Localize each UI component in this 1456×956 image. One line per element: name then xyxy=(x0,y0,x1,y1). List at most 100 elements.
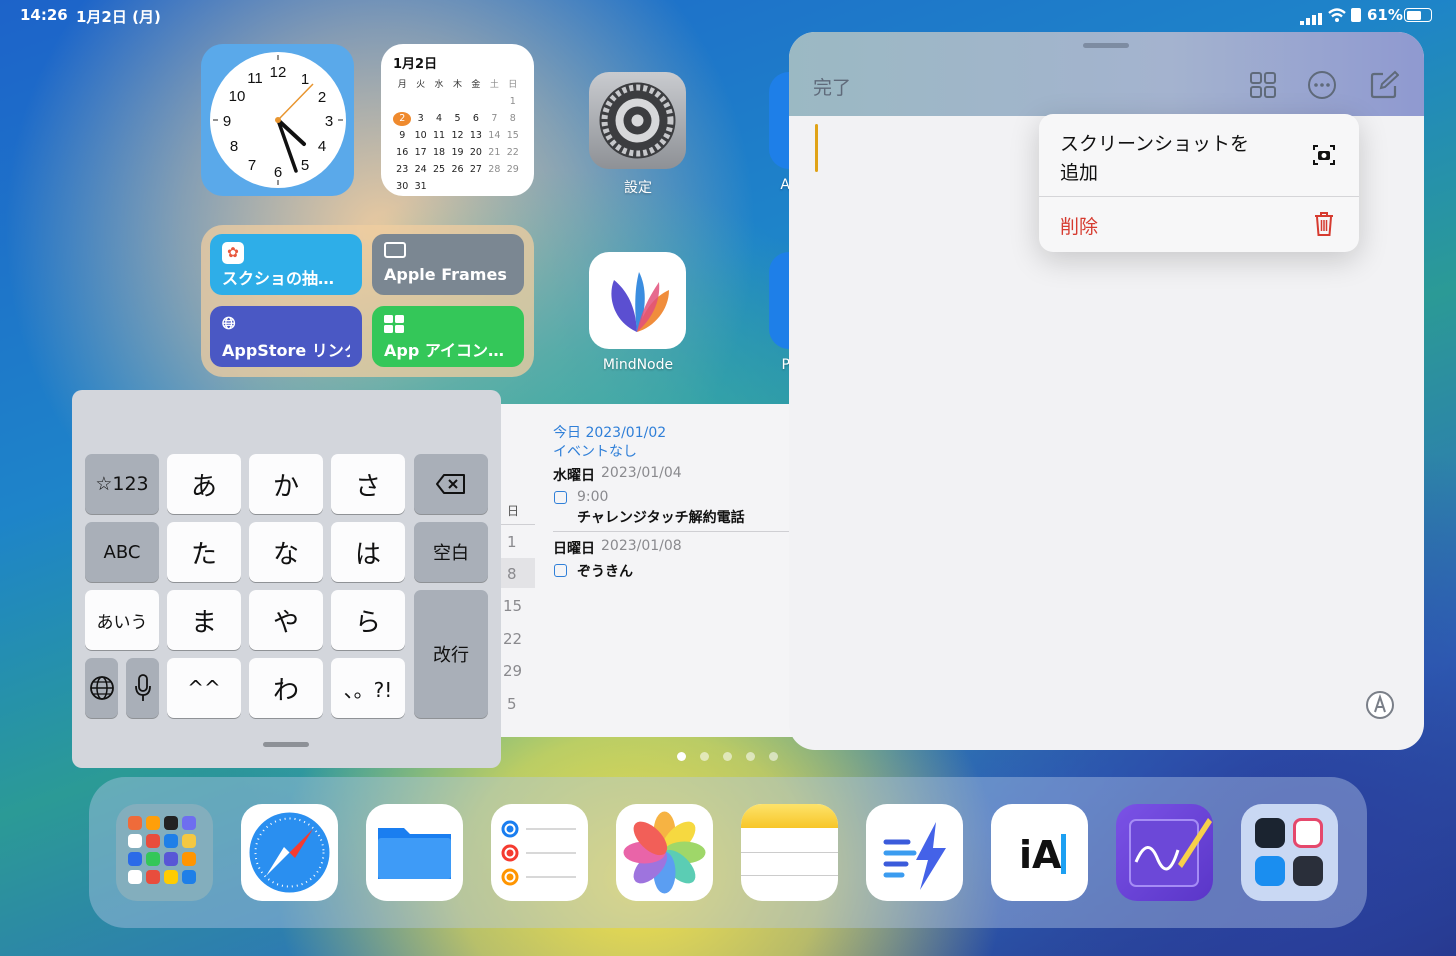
calendar-day: 2 xyxy=(393,112,412,126)
events-widget[interactable]: 今日 2023/01/02 イベントなし 水曜日 2023/01/04 9:00… xyxy=(501,404,801,737)
side-calendar-divider xyxy=(501,524,535,525)
weekday-label: 水 xyxy=(434,80,444,90)
shortcut-button-screenshot-extract[interactable]: ✿ スクショの抽… xyxy=(210,234,362,295)
key-a[interactable]: あ xyxy=(167,454,241,514)
key-ma[interactable]: ま xyxy=(167,590,241,650)
calendar-day: 10 xyxy=(414,130,427,141)
shortcut-button-apple-frames[interactable]: Apple Frames xyxy=(372,234,524,295)
orientation-lock-icon xyxy=(1351,8,1361,22)
safari-icon[interactable] xyxy=(241,804,338,901)
calendar-day: 28 xyxy=(488,164,501,175)
clock-num: 5 xyxy=(301,157,309,174)
shortcut-button-app-icon[interactable]: App アイコン… xyxy=(372,306,524,367)
grid-icon xyxy=(384,314,512,336)
shortcut-button-appstore-link[interactable]: 🌐︎ AppStore リンク xyxy=(210,306,362,367)
key-sa[interactable]: さ xyxy=(331,454,405,514)
event-day-sun: 日曜日 xyxy=(553,541,595,557)
event-checkbox[interactable] xyxy=(554,564,567,577)
key-na[interactable]: な xyxy=(249,522,323,582)
battery-percent: 61% xyxy=(1367,6,1403,24)
key-ka[interactable]: か xyxy=(249,454,323,514)
clock-num: 10 xyxy=(229,88,246,105)
page-indicator-dot[interactable] xyxy=(769,752,778,761)
calendar-day: 12 xyxy=(451,130,464,141)
clock-num: 4 xyxy=(318,138,326,155)
page-indicator-dot[interactable] xyxy=(677,752,686,761)
app-library-folder-icon[interactable] xyxy=(116,804,213,901)
calendar-widget-title: 1月2日 xyxy=(393,57,438,72)
trash-icon xyxy=(1315,212,1333,236)
calendar-day xyxy=(411,95,429,109)
key-emoticon[interactable]: ^^ xyxy=(167,658,241,718)
compose-icon[interactable] xyxy=(1369,70,1400,104)
weekday-label: 火 xyxy=(416,80,426,90)
calendar-day: 25 xyxy=(433,164,446,175)
calendar-day: 16 xyxy=(396,147,409,158)
calendar-day: 8 xyxy=(509,113,516,124)
files-icon[interactable] xyxy=(366,804,463,901)
calendar-day: 15 xyxy=(506,130,519,141)
event-day-wed: 水曜日 xyxy=(553,468,595,484)
key-mic[interactable] xyxy=(126,658,159,718)
key-delete[interactable] xyxy=(414,454,488,514)
page-indicator-dot[interactable] xyxy=(746,752,755,761)
key-punctuation[interactable]: 、。?! xyxy=(331,658,405,718)
done-button[interactable]: 完了 xyxy=(813,73,851,100)
event-title: チャレンジタッチ解約電話 xyxy=(577,510,745,526)
calendar-day xyxy=(430,95,448,109)
calendar-day xyxy=(467,95,485,109)
weekday-label: 土 xyxy=(489,80,499,90)
event-time: 9:00 xyxy=(577,489,609,505)
calendar-day xyxy=(485,180,503,194)
menu-item-add-screenshot[interactable]: スクリーンショットを 追加 xyxy=(1039,114,1359,196)
photos-icon[interactable] xyxy=(616,804,713,901)
key-ta[interactable]: た xyxy=(167,522,241,582)
calendar-widget[interactable]: 1月2日 月火水木金土日 1 2 3 4 5 6 7 8 9 10 11 12 13 14 15 16 17 18 1… xyxy=(381,44,534,196)
key-wa[interactable]: わ xyxy=(249,658,323,718)
mindnode-app-label: MindNode xyxy=(602,357,674,373)
notes-icon[interactable] xyxy=(741,804,838,901)
ia-writer-icon[interactable]: iA xyxy=(991,804,1088,901)
drafts-icon[interactable] xyxy=(866,804,963,901)
calendar-day: 3 xyxy=(417,113,424,124)
weekday-label: 木 xyxy=(452,80,462,90)
keyboard-drag-handle[interactable] xyxy=(263,742,309,747)
event-date-wed: 2023/01/04 xyxy=(601,465,682,481)
status-date: 1月2日 (月) xyxy=(76,8,161,26)
event-divider xyxy=(553,531,801,532)
key-kana[interactable]: あいう xyxy=(85,590,159,650)
key-ra[interactable]: ら xyxy=(331,590,405,650)
event-title: ぞうきん xyxy=(577,564,633,580)
event-checkbox[interactable] xyxy=(554,491,567,504)
wifi-icon xyxy=(1327,7,1347,23)
key-globe[interactable] xyxy=(85,658,118,718)
markup-pen-icon[interactable] xyxy=(1365,690,1395,724)
page-indicator-dot[interactable] xyxy=(723,752,732,761)
key-ha[interactable]: は xyxy=(331,522,405,582)
more-icon[interactable] xyxy=(1307,70,1337,104)
page-indicator-dot[interactable] xyxy=(700,752,709,761)
calendar-day xyxy=(467,180,485,194)
utilities-folder-icon[interactable] xyxy=(1241,804,1338,901)
key-return[interactable]: 改行 xyxy=(414,590,488,718)
clock-num: 9 xyxy=(223,113,231,130)
mindnode-app-icon[interactable] xyxy=(589,252,686,349)
key-numbers[interactable]: ☆123 xyxy=(85,454,159,514)
clock-num: 12 xyxy=(270,64,287,81)
event-no-events: イベントなし xyxy=(553,444,637,460)
panel-grabber[interactable] xyxy=(1083,43,1129,48)
calendar-day xyxy=(430,180,448,194)
settings-app-icon[interactable] xyxy=(589,72,686,169)
menu-item-label: 追加 xyxy=(1060,162,1099,184)
key-space[interactable]: 空白 xyxy=(414,522,488,582)
microphone-icon xyxy=(134,674,151,701)
calendar-day: 11 xyxy=(433,130,446,141)
key-abc[interactable]: ABC xyxy=(85,522,159,582)
key-ya[interactable]: や xyxy=(249,590,323,650)
goodnotes-icon[interactable] xyxy=(1116,804,1213,901)
event-today-label: 今日 2023/01/02 xyxy=(553,425,667,441)
gallery-grid-icon[interactable] xyxy=(1250,72,1276,102)
clock-widget[interactable]: 12 1 2 3 4 5 6 7 8 9 10 11 xyxy=(201,44,354,196)
reminders-icon[interactable] xyxy=(491,804,588,901)
menu-item-delete[interactable]: 削除 xyxy=(1039,197,1359,252)
